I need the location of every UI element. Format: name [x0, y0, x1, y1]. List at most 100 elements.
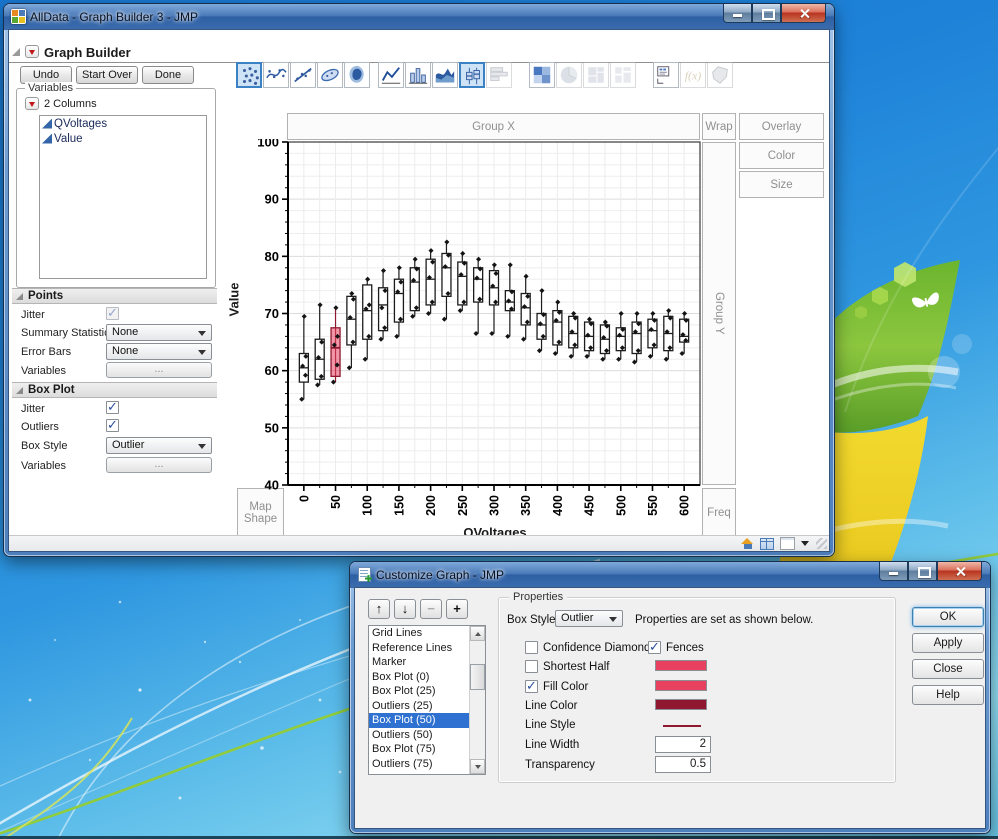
fill-color-swatch[interactable]	[655, 680, 707, 691]
line-style-sample[interactable]	[663, 725, 701, 727]
apply-button[interactable]: Apply	[912, 633, 984, 653]
ellipse-icon[interactable]	[317, 62, 343, 88]
summary-statistic-dropdown[interactable]: None	[106, 324, 212, 341]
area-icon[interactable]	[432, 62, 458, 88]
color-drop-zone[interactable]: Color	[739, 142, 824, 169]
freq-drop-zone[interactable]: Freq	[702, 488, 736, 537]
list-item[interactable]: Box Plot (75)	[369, 742, 485, 757]
done-button[interactable]: Done	[142, 66, 194, 84]
svg-text:450: 450	[583, 495, 597, 516]
scrollbar-thumb[interactable]	[470, 664, 485, 690]
add-item-button[interactable]: +	[446, 599, 468, 619]
boxplot-jitter-label: Jitter	[21, 403, 45, 415]
scroll-down-icon[interactable]	[470, 759, 485, 774]
list-item[interactable]: Reference Lines	[369, 641, 485, 656]
variables-list[interactable]: QVoltages Value	[39, 115, 207, 279]
list-scrollbar[interactable]	[469, 626, 485, 774]
close-button[interactable]	[781, 4, 826, 23]
help-button[interactable]: Help	[912, 685, 984, 705]
start-over-button[interactable]: Start Over	[76, 66, 138, 84]
boxplot-jitter-checkbox[interactable]	[106, 399, 119, 415]
points-variables-button[interactable]: ...	[106, 362, 212, 378]
bar-icon[interactable]	[405, 62, 431, 88]
graph-elements-list[interactable]: Grid Lines Reference Lines Marker Box Plot …	[368, 625, 486, 775]
scroll-up-icon[interactable]	[470, 626, 485, 641]
dialog-titlebar[interactable]: Customize Graph - JMP	[350, 562, 990, 588]
line-of-fit-icon[interactable]	[290, 62, 316, 88]
variable-item[interactable]: QVoltages	[40, 116, 206, 131]
error-bars-dropdown[interactable]: None	[106, 343, 212, 360]
map-shape-icon[interactable]	[707, 62, 733, 88]
box-plot-icon[interactable]	[459, 62, 485, 88]
transparency-field[interactable]: 0.5	[655, 756, 711, 773]
outliers-checkbox[interactable]	[106, 417, 119, 433]
jmp-titlebar[interactable]: AllData - Graph Builder 3 - JMP	[4, 4, 834, 30]
properties-note: Properties are set as shown below.	[635, 614, 814, 626]
maximize-button[interactable]	[752, 4, 781, 23]
table-icon[interactable]	[760, 537, 774, 550]
dialog-close-button[interactable]	[937, 562, 982, 581]
window-icon[interactable]	[780, 537, 795, 550]
points-section-header[interactable]: Points	[12, 288, 217, 304]
customize-graph-icon	[357, 567, 372, 582]
remove-item-button[interactable]: −	[420, 599, 442, 619]
fences-checkbox[interactable]	[648, 639, 661, 655]
move-down-button[interactable]: ↓	[394, 599, 416, 619]
home-icon[interactable]	[741, 538, 754, 549]
resize-grip[interactable]	[816, 538, 827, 549]
treemap-icon[interactable]	[583, 62, 609, 88]
line-width-field[interactable]: 2	[655, 736, 711, 753]
contour-icon[interactable]	[344, 62, 370, 88]
overlay-drop-zone[interactable]: Overlay	[739, 113, 824, 140]
svg-text:90: 90	[265, 192, 279, 207]
fill-color-checkbox[interactable]	[525, 678, 538, 694]
svg-text:500: 500	[614, 495, 628, 516]
list-item[interactable]: Box Plot (0)	[369, 670, 485, 685]
list-item[interactable]: Box Plot (50)	[369, 713, 485, 728]
ok-button[interactable]: OK	[912, 607, 984, 627]
formula-icon[interactable]: f(x)	[680, 62, 706, 88]
disclosure-triangle-icon[interactable]	[12, 48, 20, 56]
box-style-dropdown[interactable]: Outlier	[106, 437, 212, 454]
red-triangle-menu-icon[interactable]	[25, 45, 39, 58]
variables-red-triangle-icon[interactable]	[25, 97, 39, 110]
columns-count-label: 2 Columns	[44, 97, 97, 110]
pie-icon[interactable]	[556, 62, 582, 88]
confidence-diamond-checkbox[interactable]	[525, 641, 538, 654]
line-icon[interactable]	[378, 62, 404, 88]
dialog-minimize-button[interactable]	[879, 562, 908, 581]
size-drop-zone[interactable]: Size	[739, 171, 824, 198]
smoother-icon[interactable]	[263, 62, 289, 88]
shortest-half-checkbox[interactable]	[525, 660, 538, 673]
move-up-button[interactable]: ↑	[368, 599, 390, 619]
list-item[interactable]: Grid Lines	[369, 626, 485, 641]
caption-box-icon[interactable]	[653, 62, 679, 88]
list-item[interactable]: Marker	[369, 655, 485, 670]
boxplot-chart[interactable]: 40 50 60 70 80 90 100 0 50 100 150 200 250 300 350 400 4…	[254, 139, 702, 539]
points-icon[interactable]	[236, 62, 262, 88]
list-item[interactable]: Outliers (25)	[369, 699, 485, 714]
wrap-drop-zone[interactable]: Wrap	[702, 113, 736, 140]
heatmap-icon[interactable]	[529, 62, 555, 88]
list-item[interactable]: Outliers (75)	[369, 757, 485, 772]
group-x-drop-zone[interactable]: Group X	[287, 113, 700, 140]
list-item[interactable]: Box Plot (25)	[369, 684, 485, 699]
group-y-drop-zone[interactable]: Group Y	[702, 142, 736, 485]
dialog-maximize-button[interactable]	[908, 562, 937, 581]
graph-element-icon-strip: f(x)	[236, 61, 734, 89]
close-dialog-button[interactable]: Close	[912, 659, 984, 679]
minimize-button[interactable]	[723, 4, 752, 23]
histogram-icon[interactable]	[486, 62, 512, 88]
boxplot-variables-button[interactable]: ...	[106, 457, 212, 473]
boxplot-section-header[interactable]: Box Plot	[12, 382, 217, 398]
y-axis-title: Value	[226, 282, 242, 317]
line-color-swatch[interactable]	[655, 699, 707, 710]
line-color-label: Line Color	[525, 700, 578, 712]
variable-item[interactable]: Value	[40, 131, 206, 146]
shortest-half-color-swatch[interactable]	[655, 660, 707, 671]
list-item[interactable]: Outliers (50)	[369, 728, 485, 743]
dialog-box-style-dropdown[interactable]: Outlier	[555, 610, 623, 627]
dropdown-arrow-icon[interactable]	[801, 541, 809, 546]
variables-panel-legend: Variables	[25, 82, 77, 94]
mosaic-icon[interactable]	[610, 62, 636, 88]
